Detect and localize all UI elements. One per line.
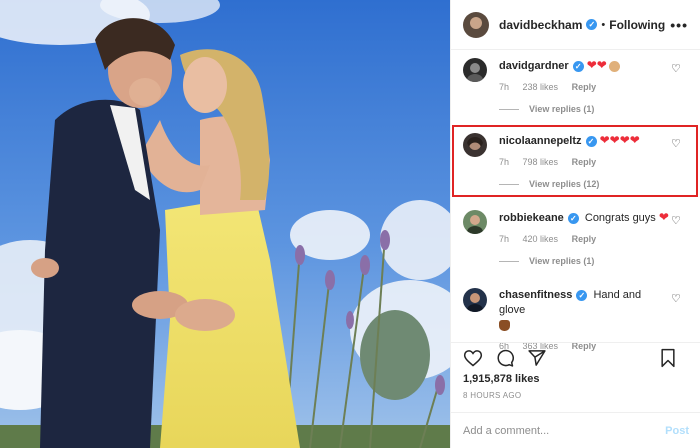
view-replies-button[interactable]: View replies (1) (499, 256, 700, 266)
post-side-panel: davidbeckham ✓ • Following ••• davidgard… (450, 0, 700, 448)
comment-username[interactable]: davidgardner (499, 60, 569, 72)
comment-time: 7h (499, 82, 510, 92)
comment-likes[interactable]: 238 likes (523, 82, 559, 92)
following-button[interactable]: Following (609, 18, 665, 32)
highlight-box (452, 125, 698, 197)
author-username[interactable]: davidbeckham (499, 18, 582, 32)
view-replies-button[interactable]: View replies (1) (499, 104, 700, 114)
replies-divider (499, 260, 519, 262)
like-comment-heart-icon[interactable]: ♡ (671, 64, 681, 75)
post-timestamp: 8 HOURS AGO (463, 391, 522, 400)
verified-badge-icon: ✓ (572, 60, 584, 72)
comment-username[interactable]: robbiekeane (499, 212, 564, 224)
likes-count[interactable]: 1,915,878 likes (463, 373, 689, 385)
share-icon[interactable] (527, 348, 547, 368)
like-comment-heart-icon[interactable]: ♡ (671, 294, 681, 305)
comment-icon[interactable] (495, 348, 515, 368)
post-actions: 1,915,878 likes 8 HOURS AGO (451, 342, 700, 412)
more-options-icon[interactable]: ••• (670, 17, 688, 33)
bookmark-icon[interactable] (659, 348, 677, 368)
post-header: davidbeckham ✓ • Following ••• (451, 0, 700, 50)
glove-emoji-icon (499, 319, 510, 331)
comment-item: davidgardner ✓ ❤❤ 7h 238 likes Reply View… (451, 52, 700, 114)
comment-emoji: ❤❤ (586, 58, 607, 72)
commenter-avatar[interactable] (463, 288, 487, 312)
view-replies-label: View replies (1) (529, 104, 595, 114)
comment-item: robbiekeane ✓ Congrats guys ❤ 7h 420 like… (451, 204, 700, 266)
post-button[interactable]: Post (665, 425, 689, 437)
verified-badge-icon: ✓ (576, 289, 588, 301)
comment-input[interactable] (463, 424, 666, 437)
like-comment-heart-icon[interactable]: ♡ (671, 216, 681, 227)
comment-item: chasenfitness ✓ Hand and glove 6h 363 lik… (451, 282, 700, 351)
reply-button[interactable]: Reply (572, 234, 597, 244)
comment-text: Congrats guys (584, 212, 656, 224)
commenter-avatar[interactable] (463, 210, 487, 234)
author-avatar[interactable] (463, 11, 489, 38)
comment-time: 7h (499, 234, 510, 244)
heart-icon[interactable] (463, 348, 483, 368)
clapping-emoji-icon (608, 60, 620, 72)
comment-username[interactable]: chasenfitness (499, 289, 572, 301)
comment-likes[interactable]: 420 likes (523, 234, 559, 244)
reply-button[interactable]: Reply (572, 82, 597, 92)
action-bar (463, 345, 689, 371)
post-photo (0, 0, 450, 448)
commenter-avatar[interactable] (463, 58, 487, 82)
comment-emoji: ❤ (658, 210, 669, 224)
view-replies-label: View replies (1) (529, 256, 595, 266)
verified-badge-icon: ✓ (567, 212, 579, 224)
verified-badge-icon: ✓ (586, 19, 598, 30)
add-comment-bar: Post (451, 412, 700, 448)
replies-divider (499, 108, 519, 110)
header-separator: • (601, 18, 606, 31)
